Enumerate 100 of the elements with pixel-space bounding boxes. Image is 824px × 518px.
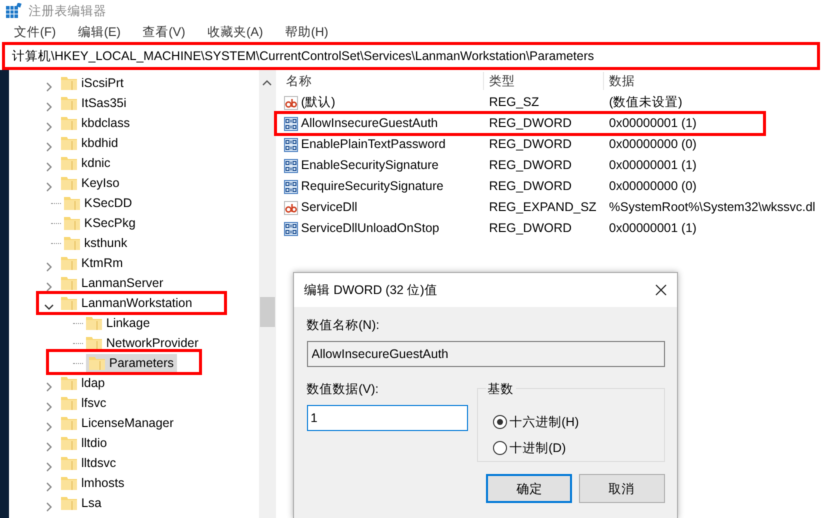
folder-icon (61, 396, 78, 410)
value-name[interactable]: EnableSecuritySignature (301, 156, 439, 175)
folder-icon (61, 296, 78, 310)
folder-icon (61, 156, 78, 170)
folder-icon (61, 456, 78, 470)
value-data: %SystemRoot%\System32\wkssvc.dl (608, 199, 816, 216)
scrollbar[interactable] (259, 70, 276, 518)
tree-item[interactable]: ldap (61, 374, 105, 392)
tree-connector-line (51, 242, 61, 244)
dialog-title: 编辑 DWORD (32 位)值 (304, 282, 438, 299)
tree-item[interactable]: Lsa (61, 494, 102, 512)
folder-icon (89, 356, 106, 370)
folder-icon (61, 476, 78, 490)
data-field[interactable]: 1 (306, 404, 468, 431)
folder-icon (61, 256, 78, 270)
binary-value-icon (284, 158, 298, 172)
value-type: REG_DWORD (488, 115, 573, 132)
value-data: 0x00000000 (0) (608, 178, 698, 196)
name-field[interactable]: AllowInsecureGuestAuth (306, 341, 664, 368)
folder-icon (61, 96, 78, 110)
tree-item[interactable]: KSecDD (64, 194, 132, 212)
tree-item[interactable]: LanmanWorkstation (61, 294, 192, 312)
tree-item[interactable]: lltdio (61, 434, 107, 452)
tree-item[interactable]: ksthunk (64, 234, 128, 252)
tree-item[interactable]: kdnic (61, 154, 110, 172)
tree-item[interactable]: KeyIso (61, 174, 120, 192)
menu-item[interactable]: 文件(F) (14, 23, 56, 42)
value-data: (数值未设置) (608, 94, 684, 112)
value-type: REG_DWORD (488, 136, 573, 154)
close-icon[interactable] (655, 284, 667, 296)
folder-icon (61, 136, 78, 150)
window-title: 注册表编辑器 (28, 2, 106, 20)
column-header[interactable]: 数据 (604, 72, 824, 90)
dialog-button[interactable]: 取消 (578, 474, 664, 504)
value-name[interactable]: RequireSecuritySignature (301, 177, 444, 196)
tree-item[interactable]: KSecPkg (64, 214, 136, 232)
menu-item[interactable]: 编辑(E) (78, 23, 121, 42)
folder-icon (61, 436, 78, 450)
menu-item[interactable]: 查看(V) (142, 23, 186, 42)
folder-icon (61, 276, 78, 290)
tree-item[interactable]: KtmRm (61, 254, 123, 272)
value-type: REG_EXPAND_SZ (488, 199, 598, 216)
value-name[interactable]: AllowInsecureGuestAuth (301, 114, 438, 133)
folder-icon (61, 116, 78, 130)
value-data: 0x00000001 (1) (608, 157, 698, 174)
value-name[interactable]: (默认) (301, 93, 336, 112)
folder-icon (61, 496, 78, 510)
value-data: 0x00000000 (0) (608, 136, 698, 154)
value-type: REG_DWORD (488, 178, 573, 196)
value-name[interactable]: ServiceDllUnloadOnStop (301, 219, 440, 238)
string-value-icon (284, 96, 298, 110)
value-data: 0x00000001 (1) (608, 220, 698, 238)
folder-icon (64, 196, 80, 210)
folder-icon (61, 76, 78, 90)
menu-item[interactable]: 帮助(H) (284, 23, 328, 42)
value-data: 0x00000001 (1) (608, 115, 698, 132)
tree-item[interactable]: iScsiPrt (61, 74, 124, 92)
tree-connector-line (73, 342, 83, 344)
folder-icon (61, 176, 78, 190)
tree-item[interactable]: NetworkProvider (86, 334, 199, 352)
column-header[interactable]: 名称 (276, 72, 484, 90)
tree-item[interactable]: lfsvc (61, 394, 106, 412)
string-value-icon (284, 200, 298, 214)
folder-icon (64, 236, 80, 250)
field-label: 数值数据(V): (306, 380, 380, 398)
value-name[interactable]: EnablePlainTextPassword (301, 135, 446, 154)
radio-option[interactable]: 十进制(D) (492, 434, 664, 461)
dialog-button[interactable]: 确定 (486, 474, 572, 504)
tree-connector-line (51, 222, 61, 224)
binary-value-icon (284, 138, 298, 152)
tree-item[interactable]: kbdclass (61, 114, 130, 132)
folder-icon (86, 336, 102, 350)
value-name[interactable]: ServiceDll (301, 198, 358, 217)
tree-item[interactable]: Linkage (86, 314, 150, 332)
folder-icon (64, 216, 80, 230)
app-icon (6, 3, 22, 19)
value-type: REG_DWORD (488, 220, 573, 238)
folder-icon (61, 416, 78, 430)
tree-item[interactable]: lltdsvc (61, 454, 116, 472)
value-type: REG_SZ (488, 94, 540, 112)
binary-value-icon (284, 222, 298, 236)
value-type: REG_DWORD (488, 157, 573, 174)
menu-item[interactable]: 收藏夹(A) (207, 23, 263, 42)
tree-item[interactable]: Parameters (86, 354, 177, 372)
folder-icon (61, 376, 78, 390)
tree-item[interactable]: LanmanServer (61, 274, 164, 292)
folder-icon (86, 316, 102, 330)
binary-value-icon (284, 180, 298, 194)
tree-connector-line (73, 322, 83, 324)
tree-connector-line (73, 362, 83, 364)
tree-item[interactable]: lmhosts (61, 474, 124, 492)
tree-item[interactable]: LicenseManager (61, 414, 174, 432)
field-label: 数值名称(N): (306, 317, 380, 334)
radio-option[interactable]: 十六进制(H) (492, 408, 664, 435)
tree-item[interactable]: ItSas35i (61, 94, 126, 112)
address-bar[interactable]: 计算机\HKEY_LOCAL_MACHINE\SYSTEM\CurrentControlSet\Services\LanmanWorkstation\Parameters (2, 42, 820, 70)
scroll-thumb[interactable] (260, 297, 275, 327)
binary-value-icon (284, 116, 298, 130)
column-header[interactable]: 类型 (484, 72, 604, 90)
tree-item[interactable]: kbdhid (61, 134, 118, 152)
